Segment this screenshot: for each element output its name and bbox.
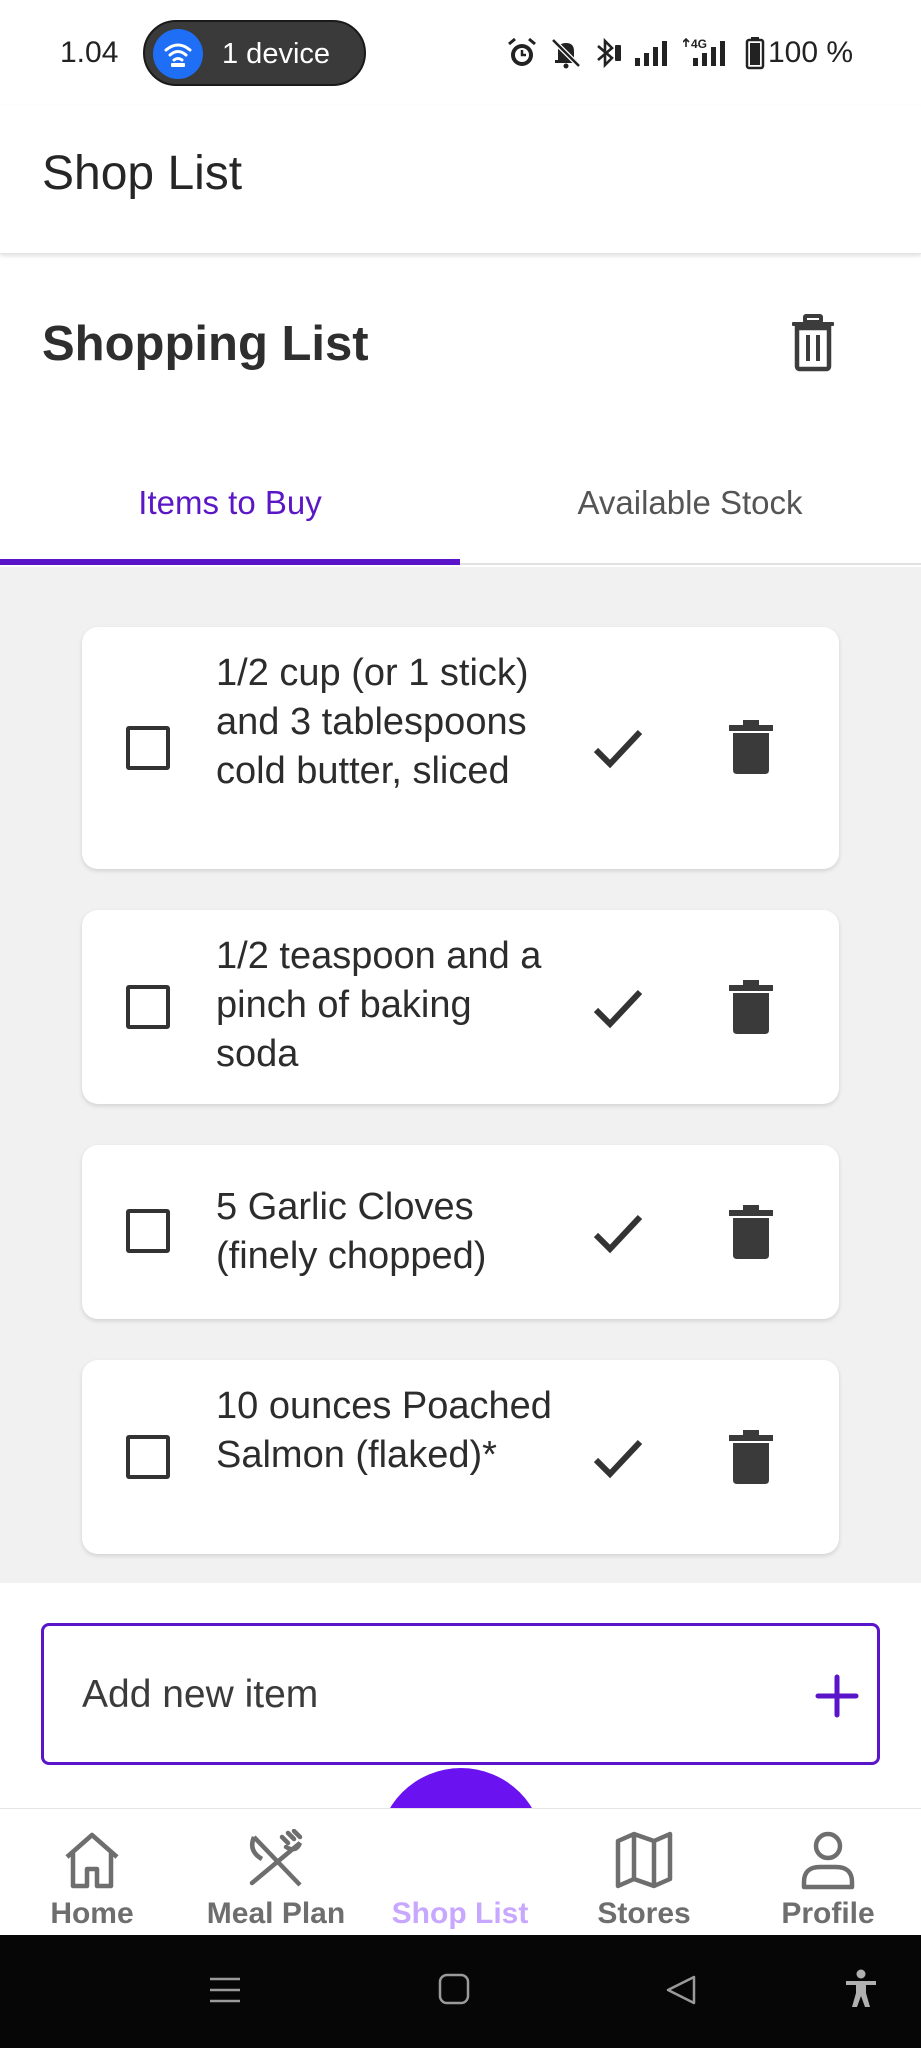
checkmark-icon: [593, 989, 643, 1029]
accessibility-button[interactable]: [844, 1969, 878, 2014]
add-item-field[interactable]: [41, 1623, 880, 1765]
hotspot-label: 1 device: [222, 38, 331, 70]
bluetooth-icon: [597, 37, 621, 69]
nav-profile[interactable]: Profile: [736, 1809, 920, 1936]
app-bar: Shop List: [0, 106, 921, 254]
nav-home[interactable]: Home: [0, 1809, 184, 1936]
battery-icon: [745, 37, 765, 70]
status-time: 1.04: [60, 36, 119, 69]
utensils-icon: [249, 1829, 303, 1887]
list-icon: [434, 1839, 484, 1879]
app-bar-title: Shop List: [42, 147, 243, 200]
list-item: 1/2 teaspoon and a pinch of baking soda: [82, 910, 839, 1104]
nav-label: Meal Plan: [206, 1897, 346, 1930]
trash-icon: [792, 314, 834, 372]
list-item: 10 ounces Poached Salmon (flaked)*: [82, 1360, 839, 1554]
nav-meal-plan[interactable]: Meal Plan: [184, 1809, 368, 1936]
home-square-icon: [438, 1973, 470, 2005]
trash-icon: [729, 1205, 773, 1259]
item-text: 10 ounces Poached Salmon (flaked)*: [216, 1385, 552, 1476]
mute-icon: [551, 38, 581, 69]
item-checkbox[interactable]: [126, 726, 170, 770]
tab-bar: Items to Buy Available Stock: [0, 440, 921, 565]
delete-item-button[interactable]: [726, 980, 776, 1036]
item-checkbox[interactable]: [126, 1209, 170, 1253]
trash-icon: [729, 1430, 773, 1484]
item-text: 1/2 teaspoon and a pinch of baking soda: [216, 935, 542, 1075]
mark-available-button[interactable]: [590, 1205, 646, 1261]
tab-label: Available Stock: [577, 483, 803, 521]
wifi-hotspot-icon: [153, 29, 203, 79]
map-icon: [615, 1831, 673, 1889]
item-text: 1/2 cup (or 1 stick) and 3 tablespoons c…: [216, 652, 529, 792]
tab-available-stock[interactable]: Available Stock: [460, 440, 920, 565]
system-nav-bar: [0, 1935, 921, 2048]
mark-available-button[interactable]: [590, 720, 646, 776]
clear-list-button[interactable]: [786, 314, 840, 372]
mark-available-button[interactable]: [590, 980, 646, 1036]
tab-label: Items to Buy: [138, 483, 322, 521]
nav-label: Stores: [597, 1897, 691, 1930]
trash-icon: [729, 720, 773, 774]
delete-item-button[interactable]: [726, 720, 776, 776]
accessibility-icon: [846, 1969, 876, 2007]
home-nav-button[interactable]: [438, 1973, 470, 2010]
shopping-list: 1/2 cup (or 1 stick) and 3 tablespoons c…: [0, 567, 921, 1583]
back-button[interactable]: [664, 1973, 698, 2012]
battery-percentage: 100 %: [768, 36, 854, 69]
bottom-nav: Home Meal Plan Shop List Stores Profile: [0, 1808, 921, 1935]
svg-text:4G: 4G: [691, 37, 707, 51]
delete-item-button[interactable]: [726, 1430, 776, 1486]
recent-apps-icon: [210, 1977, 240, 2003]
nav-label: Shop List: [391, 1897, 529, 1930]
item-checkbox[interactable]: [126, 985, 170, 1029]
signal-icon: [635, 41, 667, 66]
nav-shop-list[interactable]: Shop List: [368, 1809, 552, 1936]
nav-label: Home: [50, 1897, 134, 1930]
person-icon: [801, 1831, 855, 1890]
add-item-button[interactable]: [809, 1668, 865, 1724]
checkmark-icon: [593, 1214, 643, 1254]
delete-item-button[interactable]: [726, 1205, 776, 1261]
recent-apps-button[interactable]: [208, 1973, 242, 2012]
nav-label: Profile: [781, 1897, 875, 1930]
plus-icon: [815, 1674, 859, 1718]
list-item: 1/2 cup (or 1 stick) and 3 tablespoons c…: [82, 627, 839, 869]
item-checkbox[interactable]: [126, 1435, 170, 1479]
mark-available-button[interactable]: [590, 1430, 646, 1486]
add-item-input[interactable]: [82, 1662, 722, 1728]
lte-signal-icon: 4G: [683, 37, 725, 66]
checkmark-icon: [593, 729, 643, 769]
item-text: 5 Garlic Cloves (finely chopped): [216, 1186, 487, 1277]
checkmark-icon: [593, 1439, 643, 1479]
list-item: 5 Garlic Cloves (finely chopped): [82, 1145, 839, 1319]
tab-indicator: [0, 559, 460, 565]
tab-items-to-buy[interactable]: Items to Buy: [0, 440, 460, 565]
trash-icon: [729, 980, 773, 1034]
page-title: Shopping List: [42, 317, 369, 371]
status-icons: 4G: [505, 36, 765, 70]
home-icon: [65, 1832, 119, 1889]
alarm-icon: [508, 37, 536, 66]
hotspot-pill[interactable]: 1 device: [143, 20, 366, 86]
back-triangle-icon: [666, 1975, 696, 2005]
nav-stores[interactable]: Stores: [552, 1809, 736, 1936]
status-bar: 1.04 1 device 4G 100 %: [0, 0, 921, 106]
